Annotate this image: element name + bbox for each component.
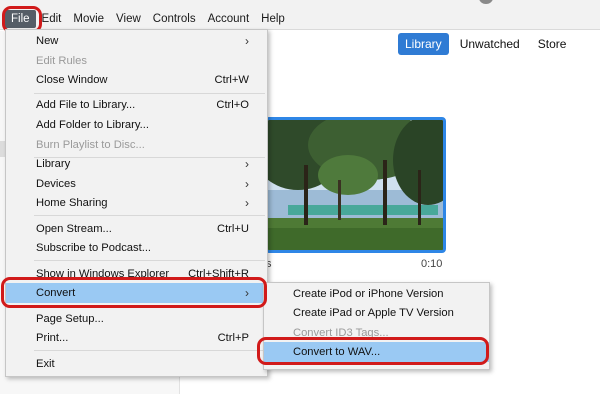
menu-file[interactable]: File [2, 6, 42, 33]
menu-item-add-folder[interactable]: Add Folder to Library... [6, 115, 267, 135]
menu-item-page-setup[interactable]: Page Setup... [6, 309, 267, 329]
menu-movie[interactable]: Movie [67, 10, 110, 28]
chevron-right-icon: › [245, 196, 249, 210]
convert-submenu: Create iPod or iPhone Version Create iPa… [263, 282, 490, 370]
shortcut-label: Ctrl+O [216, 99, 249, 111]
menu-edit[interactable]: Edit [36, 10, 68, 28]
menu-separator [34, 306, 265, 307]
menu-view[interactable]: View [110, 10, 147, 28]
shortcut-label: Ctrl+U [216, 223, 249, 235]
submenu-item-convert-id3-tags: Convert ID3 Tags... [293, 327, 389, 339]
submenu-item-convert-to-wav[interactable]: Convert to WAV... [264, 342, 489, 362]
menu-separator [34, 260, 265, 261]
menu-item-edit-rules: Edit Rules [36, 55, 87, 67]
menu-item-home-sharing[interactable]: Home Sharing › [6, 193, 267, 213]
menu-item-open-stream[interactable]: Open Stream... Ctrl+U [6, 219, 267, 239]
video-thumbnail[interactable] [265, 117, 446, 253]
menu-item-devices[interactable]: Devices › [6, 174, 267, 194]
submenu-item-create-ipod-version[interactable]: Create iPod or iPhone Version [264, 284, 489, 304]
menu-item-burn-playlist: Burn Playlist to Disc... [36, 139, 145, 151]
title-bar: File Edit Movie View Controls Account He… [0, 0, 600, 33]
video-duration: 0:10 [421, 258, 443, 270]
chevron-right-icon: › [245, 34, 249, 48]
shortcut-label: Ctrl+W [214, 74, 250, 86]
apple-logo-icon [479, 0, 493, 4]
tab-library[interactable]: Library [398, 33, 449, 55]
tab-unwatched[interactable]: Unwatched [453, 33, 527, 55]
library-nav: Library Unwatched Store [398, 33, 573, 55]
menu-item-close-window[interactable]: Close Window Ctrl+W [6, 70, 267, 90]
menu-separator [34, 93, 265, 94]
menu-item-library[interactable]: Library › [6, 154, 267, 174]
shortcut-label: Ctrl+Shift+R [188, 268, 249, 280]
menu-account[interactable]: Account [202, 10, 256, 28]
menu-item-add-file[interactable]: Add File to Library... Ctrl+O [6, 95, 267, 115]
menu-separator [34, 350, 265, 351]
menu-bar: File Edit Movie View Controls Account He… [0, 6, 291, 33]
park-scene-image [268, 120, 443, 250]
menu-item-print[interactable]: Print... Ctrl+P [6, 328, 267, 348]
shortcut-label: Ctrl+P [217, 332, 249, 344]
menu-item-subscribe-podcast[interactable]: Subscribe to Podcast... [6, 238, 267, 258]
tab-store[interactable]: Store [531, 33, 574, 55]
menu-item-show-in-explorer[interactable]: Show in Windows Explorer Ctrl+Shift+R [6, 264, 267, 284]
menu-item-exit[interactable]: Exit [6, 354, 267, 374]
submenu-item-create-ipad-version[interactable]: Create iPad or Apple TV Version [264, 303, 489, 323]
menu-help[interactable]: Help [255, 10, 291, 28]
menu-file-label: File [11, 13, 30, 25]
chevron-right-icon: › [245, 177, 249, 191]
file-menu-dropdown: New › Edit Rules Close Window Ctrl+W Add… [5, 29, 268, 377]
chevron-right-icon: › [245, 286, 249, 300]
chevron-right-icon: › [245, 157, 249, 171]
menu-controls[interactable]: Controls [147, 10, 202, 28]
menu-item-new[interactable]: New › [6, 31, 267, 51]
menu-separator [34, 215, 265, 216]
menu-item-convert[interactable]: Convert › [6, 283, 267, 303]
